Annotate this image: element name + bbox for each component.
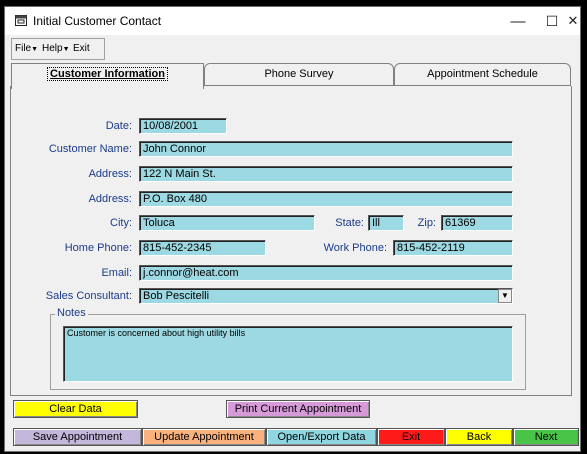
home-phone-field[interactable]: 815-452-2345 <box>139 240 266 256</box>
address1-label: Address: <box>88 168 132 180</box>
email-field[interactable]: j.connor@heat.com <box>139 265 513 281</box>
date-field[interactable]: 10/08/2001 <box>139 118 227 134</box>
tab-label: Appointment Schedule <box>427 68 538 80</box>
work-phone-label: Work Phone: <box>323 242 387 254</box>
update-appointment-button[interactable]: Update Appointment <box>142 428 266 446</box>
customer-name-field[interactable]: John Connor <box>139 141 513 157</box>
tab-customer-information[interactable]: Customer Information <box>11 63 204 89</box>
menu-bar: File▼ Help▼ Exit <box>11 38 105 60</box>
tab-appointment-schedule[interactable]: Appointment Schedule <box>394 63 571 86</box>
work-phone-field[interactable]: 815-452-2119 <box>393 240 513 256</box>
clear-data-button[interactable]: Clear Data <box>13 400 138 418</box>
menu-exit[interactable]: Exit <box>73 43 90 54</box>
sales-consultant-select[interactable]: Bob Pescitelli <box>139 288 513 304</box>
window-title: Initial Customer Contact <box>33 14 162 28</box>
dropdown-arrow-icon: ▼ <box>62 46 70 53</box>
print-appointment-button[interactable]: Print Current Appointment <box>226 400 370 418</box>
notes-label: Notes <box>55 307 88 319</box>
sales-consultant-value: Bob Pescitelli <box>143 290 210 302</box>
zip-label: Zip: <box>417 217 436 229</box>
title-bar: Initial Customer Contact — ☐ ✕ <box>5 7 580 35</box>
menu-file[interactable]: File▼ <box>15 43 38 54</box>
sales-consultant-label: Sales Consultant: <box>45 290 132 302</box>
email-label: Email: <box>101 267 132 279</box>
address2-label: Address: <box>88 193 132 205</box>
notes-textarea[interactable]: Customer is concerned about high utility… <box>63 326 513 382</box>
customer-name-label: Customer Name: <box>48 143 132 155</box>
app-icon <box>15 15 27 26</box>
date-label: Date: <box>105 120 132 132</box>
close-button[interactable]: ✕ <box>563 7 583 35</box>
tab-phone-survey[interactable]: Phone Survey <box>204 63 394 86</box>
exit-button[interactable]: Exit <box>377 428 445 446</box>
tab-label: Phone Survey <box>264 68 334 80</box>
tab-label: Customer Information <box>47 67 168 81</box>
city-label: City: <box>110 217 132 229</box>
dropdown-arrow-icon: ▼ <box>31 46 39 53</box>
back-button[interactable]: Back <box>445 428 513 446</box>
menu-help[interactable]: Help▼ <box>42 43 70 54</box>
state-label: State: <box>335 217 364 229</box>
open-export-data-button[interactable]: Open/Export Data <box>266 428 377 446</box>
save-appointment-button[interactable]: Save Appointment <box>13 428 142 446</box>
zip-field[interactable]: 61369 <box>441 215 513 231</box>
address1-field[interactable]: 122 N Main St. <box>139 166 513 182</box>
state-field[interactable]: Ill <box>368 215 404 231</box>
next-button[interactable]: Next <box>513 428 579 446</box>
home-phone-label: Home Phone: <box>64 242 132 254</box>
city-field[interactable]: Toluca <box>139 215 315 231</box>
dropdown-arrow-icon[interactable]: ▼ <box>498 289 512 303</box>
address2-field[interactable]: P.O. Box 480 <box>139 191 513 207</box>
